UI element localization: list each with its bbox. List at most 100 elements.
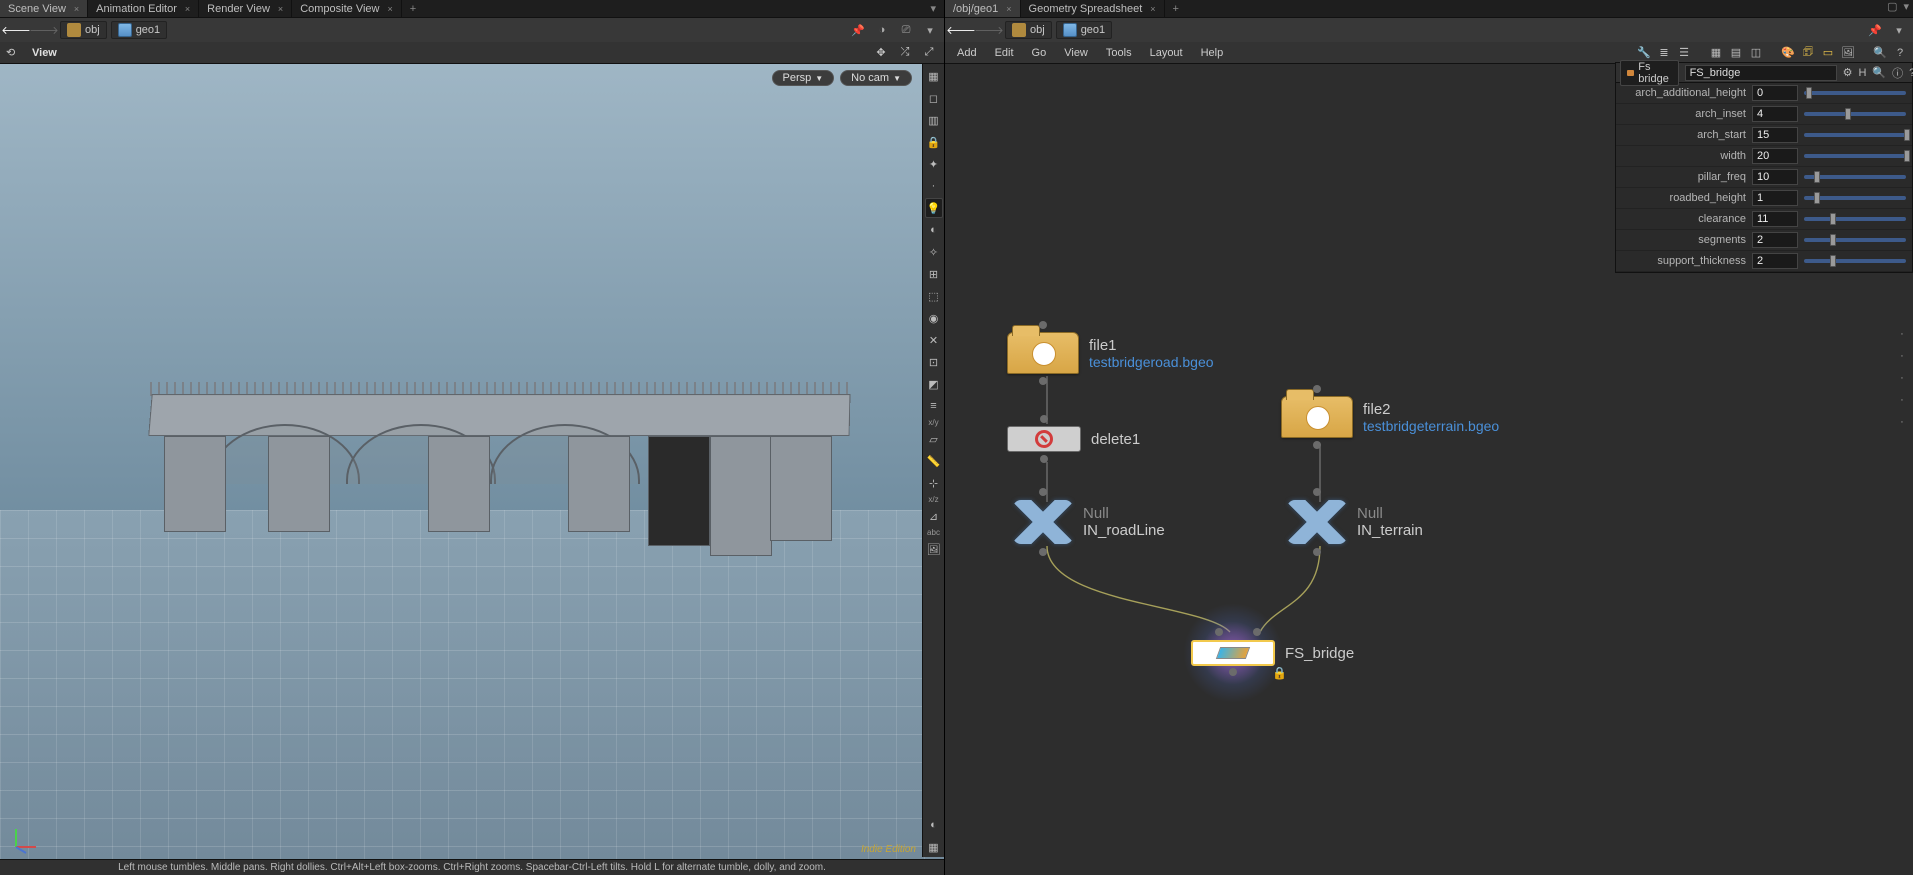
param-value-input[interactable]: [1752, 232, 1798, 248]
close-icon[interactable]: ×: [278, 4, 283, 14]
snapshot-icon[interactable]: ▾: [920, 21, 940, 39]
xy-label[interactable]: x/y: [928, 418, 938, 427]
breadcrumb-obj[interactable]: obj: [60, 21, 107, 39]
breadcrumb-geo1[interactable]: geo1: [111, 21, 167, 39]
param-value-input[interactable]: [1752, 106, 1798, 122]
selection-icon[interactable]: ◩: [925, 374, 943, 394]
info-icon[interactable]: ⓘ: [1892, 65, 1903, 81]
quickmark-icon[interactable]: ·: [1893, 412, 1911, 432]
pane-menu-icon[interactable]: ▾: [922, 0, 944, 17]
node-delete1[interactable]: delete1: [1007, 426, 1140, 452]
node-file2[interactable]: file2 testbridgeterrain.bgeo: [1281, 396, 1499, 438]
close-icon[interactable]: ×: [387, 4, 392, 14]
node-name-field[interactable]: [1685, 65, 1837, 81]
param-slider[interactable]: [1804, 133, 1906, 137]
output-port[interactable]: [1229, 668, 1237, 676]
render-icon[interactable]: ⎚: [896, 21, 916, 39]
wrench-icon[interactable]: 🔧: [1635, 44, 1653, 62]
display-options-icon[interactable]: ◑: [872, 21, 892, 39]
input-port[interactable]: [1039, 321, 1047, 329]
pane-menu-icon[interactable]: ▾: [1903, 0, 1909, 18]
param-slider[interactable]: [1804, 154, 1906, 158]
menu-layout[interactable]: Layout: [1142, 45, 1191, 61]
translate-manip-icon[interactable]: ✥: [872, 44, 890, 62]
ortho-icon[interactable]: ⊡: [925, 352, 943, 372]
abc-label[interactable]: abc: [927, 528, 940, 537]
help-icon[interactable]: ?: [1909, 65, 1913, 81]
tab-geometry-spreadsheet[interactable]: Geometry Spreadsheet ×: [1021, 0, 1165, 17]
pin-icon[interactable]: 📌: [848, 21, 868, 39]
show-handles-icon[interactable]: ⊿: [925, 506, 943, 526]
param-slider[interactable]: [1804, 259, 1906, 263]
param-value-input[interactable]: [1752, 85, 1798, 101]
node-type-chip[interactable]: Fs bridge: [1620, 60, 1679, 86]
lock-icon[interactable]: 🔒: [925, 132, 943, 152]
close-icon[interactable]: ×: [1006, 4, 1011, 14]
gear-icon[interactable]: ⚙: [1843, 65, 1853, 81]
param-value-input[interactable]: [1752, 127, 1798, 143]
nav-back-icon[interactable]: 🡐: [949, 20, 973, 40]
material-icon[interactable]: ◉: [925, 308, 943, 328]
high-quality-icon[interactable]: ✧: [925, 242, 943, 262]
tab-composite-view[interactable]: Composite View ×: [292, 0, 402, 17]
node-in-terrain[interactable]: Null IN_terrain: [1287, 500, 1423, 544]
input-port[interactable]: [1040, 415, 1048, 423]
link-view-icon[interactable]: ⟲: [6, 46, 26, 59]
grid2-icon[interactable]: ▤: [1727, 44, 1745, 62]
layout-icon[interactable]: ◫: [1747, 44, 1765, 62]
param-slider[interactable]: [1804, 217, 1906, 221]
maximize-icon[interactable]: ▢: [1887, 0, 1897, 18]
nav-fwd-icon[interactable]: 🡒: [977, 20, 1001, 40]
rotate-manip-icon[interactable]: ⤮: [896, 44, 914, 62]
display-options-icon[interactable]: ▦: [925, 837, 943, 857]
param-slider[interactable]: [1804, 112, 1906, 116]
xray-icon[interactable]: ✕: [925, 330, 943, 350]
output-port[interactable]: [1039, 377, 1047, 385]
quickmark-icon[interactable]: ·: [1893, 390, 1911, 410]
output-port[interactable]: [1313, 441, 1321, 449]
tab-scene-view[interactable]: Scene View ×: [0, 0, 88, 17]
menu-add[interactable]: Add: [949, 45, 985, 61]
tab-render-view[interactable]: Render View ×: [199, 0, 292, 17]
persp-menu[interactable]: Persp ▼: [772, 70, 835, 86]
jump-icon[interactable]: H: [1858, 65, 1866, 81]
netbox-icon[interactable]: ▭: [1819, 44, 1837, 62]
node-file1[interactable]: file1 testbridgeroad.bgeo: [1007, 332, 1214, 374]
background-image-icon[interactable]: 🖼: [925, 539, 943, 559]
param-value-input[interactable]: [1752, 190, 1798, 206]
xz-label[interactable]: x/z: [928, 495, 938, 504]
tab-network[interactable]: /obj/geo1 ×: [945, 0, 1021, 17]
display-normals-icon[interactable]: ✦: [925, 154, 943, 174]
headlight-icon[interactable]: 💡: [925, 198, 943, 218]
construction-plane-icon[interactable]: ▱: [925, 429, 943, 449]
param-value-input[interactable]: [1752, 211, 1798, 227]
nav-back-icon[interactable]: 🡐: [4, 20, 28, 40]
viewport[interactable]: Persp ▼ No cam ▼ ▦ ◻ ▥ 🔒 ✦ · 💡 ◐ ✧ ⊞ ⬚ ◉…: [0, 64, 944, 875]
help-icon[interactable]: ?: [1891, 44, 1909, 62]
menu-edit[interactable]: Edit: [987, 45, 1022, 61]
input-port[interactable]: [1313, 488, 1321, 496]
palette-icon[interactable]: 🎨: [1779, 44, 1797, 62]
param-slider[interactable]: [1804, 175, 1906, 179]
uv-icon[interactable]: ⬚: [925, 286, 943, 306]
close-icon[interactable]: ×: [1150, 4, 1155, 14]
param-value-input[interactable]: [1752, 253, 1798, 269]
output-port[interactable]: [1039, 548, 1047, 556]
ruler-icon[interactable]: 📏: [925, 451, 943, 471]
dropdown-icon[interactable]: ▾: [1889, 21, 1909, 39]
menu-go[interactable]: Go: [1024, 45, 1055, 61]
find-icon[interactable]: 🔍: [1871, 44, 1889, 62]
param-slider[interactable]: [1804, 238, 1906, 242]
add-tab-button[interactable]: +: [402, 0, 424, 17]
ghost-icon[interactable]: ◻: [925, 88, 943, 108]
grid-icon[interactable]: ▦: [1707, 44, 1725, 62]
output-port[interactable]: [1040, 455, 1048, 463]
sticky-icon[interactable]: 🗊: [1799, 44, 1817, 62]
breadcrumb-geo1[interactable]: geo1: [1056, 21, 1112, 39]
input-port[interactable]: [1313, 385, 1321, 393]
param-value-input[interactable]: [1752, 169, 1798, 185]
camera-select-menu[interactable]: No cam ▼: [840, 70, 912, 86]
close-icon[interactable]: ×: [74, 4, 79, 14]
list-icon[interactable]: ≣: [1655, 44, 1673, 62]
menu-help[interactable]: Help: [1193, 45, 1232, 61]
